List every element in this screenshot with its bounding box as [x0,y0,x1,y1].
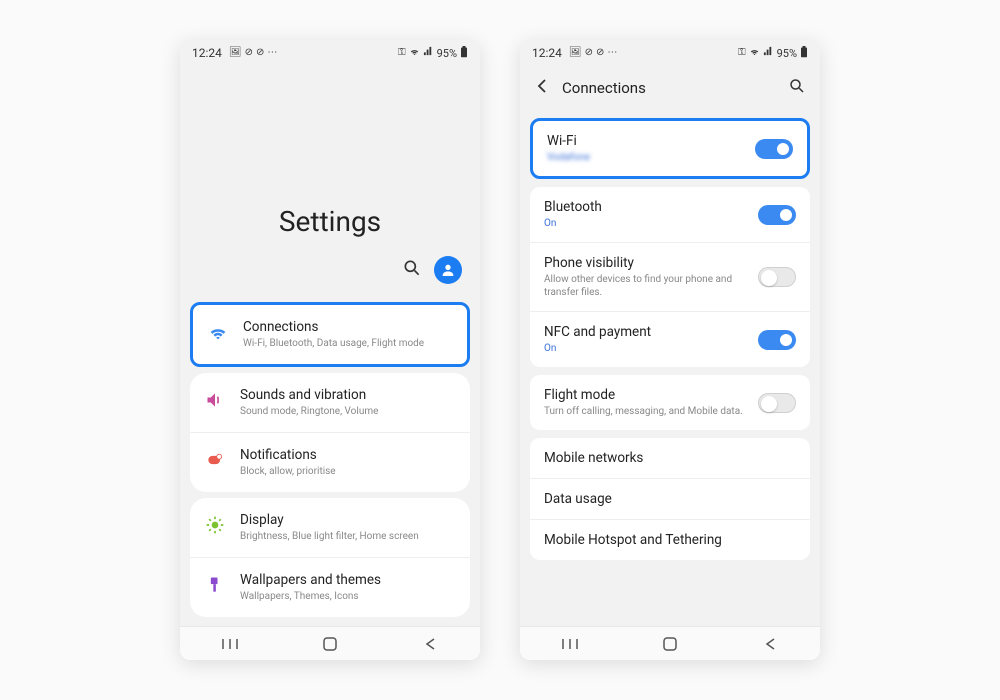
battery-icon [460,46,468,61]
item-sublabel: Block, allow, prioritise [240,465,456,478]
account-avatar[interactable] [434,256,462,284]
battery-icon [800,46,808,61]
image-icon: 🖼 [229,48,242,58]
bluetooth-toggle[interactable] [758,205,796,225]
search-icon[interactable] [788,77,806,99]
visibility-toggle[interactable] [758,267,796,287]
home-button[interactable] [321,635,339,653]
alert-icon: ⊘ [596,48,604,58]
appbar-connections: Connections [520,66,820,110]
settings-card-sounds: Sounds and vibration Sound mode, Rington… [190,373,470,492]
more-icon: ⋯ [267,48,277,58]
settings-item-display[interactable]: Display Brightness, Blue light filter, H… [190,498,470,557]
alert-icon: ⊘ [256,48,264,58]
alert-icon: ⊘ [585,48,593,58]
vpn-icon: ⚿ [398,48,406,58]
item-sublabel: On [544,217,602,230]
alert-icon: ⊘ [245,48,253,58]
conn-row-nfc[interactable]: NFC and payment On [530,311,810,367]
home-button[interactable] [661,635,679,653]
back-button[interactable] [421,635,439,653]
recents-button[interactable] [561,635,579,653]
signal-icon [423,46,434,60]
status-time: 12:24 [532,46,562,60]
conn-row-hotspot[interactable]: Mobile Hotspot and Tethering [530,519,810,560]
status-time: 12:24 [192,46,222,60]
item-label: Data usage [544,491,612,507]
speaker-icon [204,389,226,411]
brightness-icon [204,514,226,536]
item-sublabel: Allow other devices to find your phone a… [544,273,758,299]
item-sublabel: Sound mode, Ringtone, Volume [240,405,456,418]
notifications-icon [204,449,226,471]
nfc-toggle[interactable] [758,330,796,350]
settings-item-wallpapers[interactable]: Wallpapers and themes Wallpapers, Themes… [190,557,470,617]
battery-text: 95% [437,47,457,60]
conn-wifi-highlight: Wi-Fi Vodafone [530,118,810,179]
wifi-icon [207,321,229,343]
paint-icon [204,574,226,596]
more-icon: ⋯ [607,48,617,58]
page-title: Settings [279,205,381,238]
wifi-toggle[interactable] [755,139,793,159]
settings-item-sounds[interactable]: Sounds and vibration Sound mode, Rington… [190,373,470,432]
conn-row-mobile[interactable]: Mobile networks [530,438,810,478]
appbar-title: Connections [562,79,646,97]
battery-text: 95% [777,47,797,60]
item-label: Wallpapers and themes [240,572,456,588]
nav-bar [180,626,480,660]
connections-content: Wi-Fi Vodafone Bluetooth On Phone visibi… [520,110,820,626]
status-bar: 12:24 🖼 ⊘ ⊘ ⋯ ⚿ 95% [180,40,480,66]
item-label: Bluetooth [544,199,602,215]
conn-row-bluetooth[interactable]: Bluetooth On [530,187,810,242]
item-label: Phone visibility [544,255,758,271]
item-sublabel: Vodafone [547,151,590,164]
conn-row-flight[interactable]: Flight mode Turn off calling, messaging,… [530,375,810,430]
item-label: Display [240,512,456,528]
item-sublabel: Wallpapers, Themes, Icons [240,590,456,603]
item-sublabel: Turn off calling, messaging, and Mobile … [544,405,743,418]
item-label: Connections [243,319,453,335]
settings-item-notifications[interactable]: Notifications Block, allow, prioritise [190,432,470,492]
recents-button[interactable] [221,635,239,653]
wifi-icon [409,46,420,60]
status-bar: 12:24 🖼 ⊘ ⊘ ⋯ ⚿ 95% [520,40,820,66]
item-label: Notifications [240,447,456,463]
wifi-icon [749,46,760,60]
item-label: Sounds and vibration [240,387,456,403]
settings-header: Settings [180,66,480,296]
item-label: Flight mode [544,387,743,403]
conn-group-3: Mobile networks Data usage Mobile Hotspo… [530,438,810,560]
item-label: Wi-Fi [547,133,590,149]
item-label: Mobile Hotspot and Tethering [544,532,722,548]
phone-connections: 12:24 🖼 ⊘ ⊘ ⋯ ⚿ 95% Connections [520,40,820,660]
back-icon[interactable] [534,78,550,98]
search-icon[interactable] [402,258,422,282]
item-label: Mobile networks [544,450,643,466]
conn-row-wifi[interactable]: Wi-Fi Vodafone [533,121,807,176]
nav-bar [520,626,820,660]
signal-icon [763,46,774,60]
image-icon: 🖼 [569,48,582,58]
conn-row-data[interactable]: Data usage [530,478,810,519]
settings-card-connections[interactable]: Connections Wi-Fi, Bluetooth, Data usage… [190,302,470,367]
settings-item-connections[interactable]: Connections Wi-Fi, Bluetooth, Data usage… [193,305,467,364]
settings-content: Settings Connections Wi-Fi, Bluetooth, D… [180,66,480,626]
item-label: NFC and payment [544,324,651,340]
phone-settings: 12:24 🖼 ⊘ ⊘ ⋯ ⚿ 95% Settings [180,40,480,660]
back-button[interactable] [761,635,779,653]
item-sublabel: On [544,342,651,355]
conn-group-2: Flight mode Turn off calling, messaging,… [530,375,810,430]
item-sublabel: Wi-Fi, Bluetooth, Data usage, Flight mod… [243,337,453,350]
conn-group-1: Bluetooth On Phone visibility Allow othe… [530,187,810,367]
item-sublabel: Brightness, Blue light filter, Home scre… [240,530,456,543]
vpn-icon: ⚿ [738,48,746,58]
conn-row-visibility[interactable]: Phone visibility Allow other devices to … [530,242,810,311]
settings-card-display: Display Brightness, Blue light filter, H… [190,498,470,617]
flight-toggle[interactable] [758,393,796,413]
